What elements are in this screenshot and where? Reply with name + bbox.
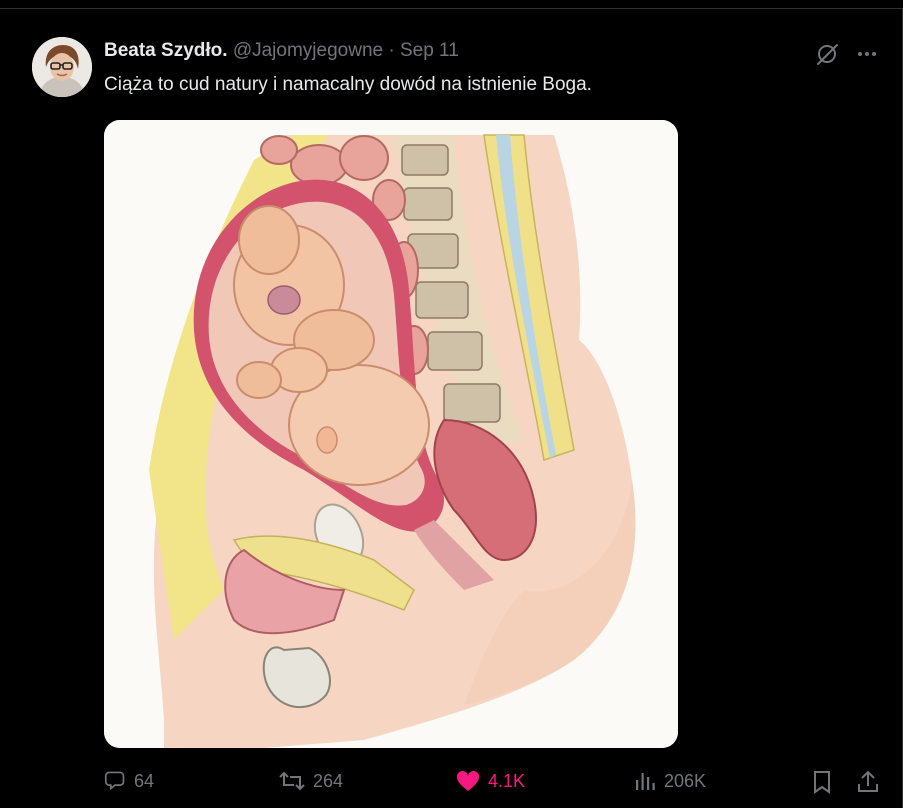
tweet-header: Beata Szydło. @Jajomyjegowne · Sep 11 bbox=[104, 40, 459, 62]
share-button[interactable] bbox=[857, 770, 879, 794]
reply-button[interactable]: 64 bbox=[104, 770, 154, 792]
avatar-image bbox=[32, 37, 92, 97]
reply-icon bbox=[104, 771, 125, 791]
views-icon bbox=[636, 773, 655, 790]
bookmark-button[interactable] bbox=[811, 770, 833, 794]
share-icon bbox=[858, 770, 878, 792]
reply-count: 64 bbox=[134, 770, 155, 791]
repost-icon bbox=[279, 771, 305, 791]
meta-separator: · bbox=[388, 40, 395, 61]
bookmark-icon bbox=[814, 771, 830, 794]
anatomical-illustration bbox=[104, 120, 678, 748]
more-icon[interactable] bbox=[854, 41, 880, 72]
heart-icon bbox=[456, 770, 480, 791]
author-name[interactable]: Beata Szydło. bbox=[104, 40, 228, 61]
views-count: 206K bbox=[664, 770, 707, 791]
repost-button[interactable]: 264 bbox=[279, 770, 343, 792]
tweet-date[interactable]: Sep 11 bbox=[400, 40, 459, 61]
grok-icon[interactable] bbox=[814, 41, 840, 72]
tweet[interactable]: Beata Szydło. @Jajomyjegowne · Sep 11 Ci… bbox=[0, 8, 903, 808]
author-handle[interactable]: @Jajomyjegowne bbox=[233, 40, 383, 61]
avatar[interactable] bbox=[32, 37, 92, 97]
action-bar: 64 264 4.1K 206K bbox=[0, 770, 903, 796]
views-button[interactable]: 206K bbox=[634, 770, 706, 792]
tweet-media[interactable] bbox=[104, 120, 678, 748]
repost-count: 264 bbox=[313, 770, 344, 791]
tweet-text: Ciąża to cud natury i namacalny dowód na… bbox=[104, 74, 592, 95]
like-button[interactable]: 4.1K bbox=[456, 770, 525, 792]
like-count: 4.1K bbox=[488, 770, 526, 791]
